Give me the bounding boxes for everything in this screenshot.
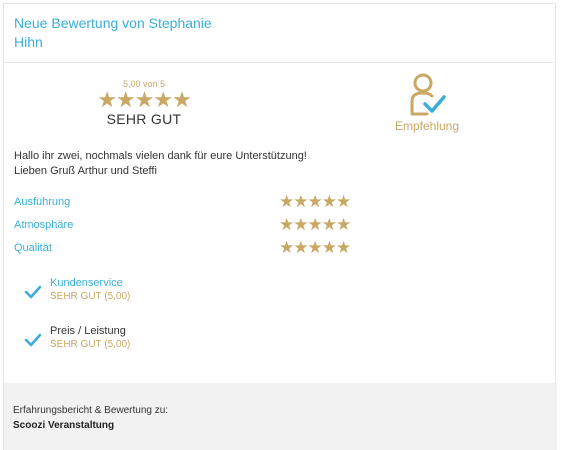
recommendation: Empfehlung [382, 72, 472, 133]
checkmark-icon [24, 285, 42, 299]
criteria-label: Qualität [14, 241, 52, 254]
criteria-label: Ausführung [14, 195, 71, 208]
check-item: Kundenservice SEHR GUT (5,00) [24, 276, 130, 324]
review-footer: Erfahrungsbericht & Bewertung zu: Scoozi… [4, 383, 557, 450]
criteria-list: Ausführung ★★★★★ Atmosphäre ★★★★★ Qualit… [14, 190, 374, 259]
check-title: Kundenservice [50, 277, 123, 289]
business-name[interactable]: Scoozi Veranstaltung [13, 418, 548, 434]
review-text-line: Lieben Gruß Arthur und Steffi [14, 165, 157, 177]
criteria-stars: ★★★★★ [279, 237, 351, 257]
check-list: Kundenservice SEHR GUT (5,00) Preis / Le… [24, 276, 130, 372]
review-text-line: Hallo ihr zwei, nochmals vielen dank für… [14, 150, 307, 162]
check-item: Preis / Leistung SEHR GUT (5,00) [24, 324, 130, 372]
review-header: Neue Bewertung von Stephanie Hihn [4, 4, 555, 63]
criteria-stars: ★★★★★ [279, 191, 351, 211]
check-value: SEHR GUT (5,00) [50, 339, 131, 350]
review-title[interactable]: Neue Bewertung von Stephanie Hihn [14, 14, 214, 52]
criteria-label: Atmosphäre [14, 218, 74, 231]
overall-rating: 5,00 von 5 ★★★★★ SEHR GUT [94, 79, 194, 128]
review-card: Neue Bewertung von Stephanie Hihn 5,00 v… [3, 3, 557, 450]
rating-stars: ★★★★★ [97, 87, 192, 112]
review-text: Hallo ihr zwei, nochmals vielen dank für… [14, 149, 434, 179]
rating-word: SEHR GUT [106, 111, 182, 127]
check-title: Preis / Leistung [50, 325, 126, 337]
footer-label: Erfahrungsbericht & Bewertung zu: [13, 405, 169, 416]
criteria-row: Qualität ★★★★★ [14, 236, 374, 259]
person-check-icon [410, 73, 446, 116]
check-value: SEHR GUT (5,00) [50, 291, 131, 302]
criteria-row: Atmosphäre ★★★★★ [14, 213, 374, 236]
recommendation-label: Empfehlung [394, 119, 460, 133]
criteria-stars: ★★★★★ [279, 214, 351, 234]
criteria-row: Ausführung ★★★★★ [14, 190, 374, 213]
checkmark-icon [24, 333, 42, 347]
